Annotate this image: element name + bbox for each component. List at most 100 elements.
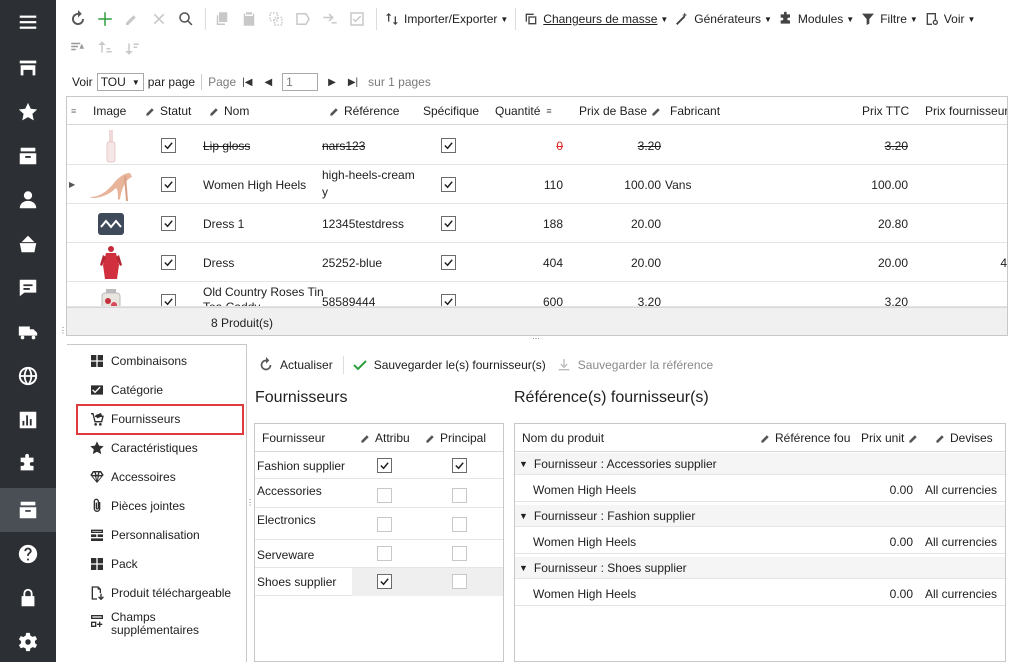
product-reference[interactable]: 58589444 xyxy=(322,282,375,307)
attrib-checkbox[interactable] xyxy=(377,458,392,473)
col-specific[interactable]: Spécifique xyxy=(423,97,479,125)
product-price-ttc[interactable]: 3.20 xyxy=(837,282,908,307)
message-icon[interactable] xyxy=(0,266,56,310)
panel-grip-icon[interactable]: ⋮ xyxy=(246,498,254,507)
help-icon[interactable] xyxy=(0,532,56,576)
copy-icon[interactable] xyxy=(210,7,234,31)
col-status[interactable]: Statut xyxy=(145,97,191,125)
status-checkbox[interactable] xyxy=(161,282,176,306)
supplier-row[interactable]: Shoes supplier xyxy=(255,568,503,596)
collapse-icon[interactable]: ▼ xyxy=(519,563,528,573)
product-base-price[interactable]: 3.20 xyxy=(587,126,661,165)
truck-icon[interactable] xyxy=(0,310,56,354)
specific-checkbox[interactable] xyxy=(441,243,456,282)
product-reference[interactable]: nars123 xyxy=(322,126,365,165)
product-quantity[interactable]: 188 xyxy=(493,204,563,243)
puzzle-icon[interactable] xyxy=(0,442,56,486)
save-reference-button[interactable]: Sauvegarder la référence xyxy=(556,357,713,373)
mass-changers-button[interactable]: Changeurs de masse ▼ xyxy=(520,7,671,31)
modules-button[interactable]: Modules ▼ xyxy=(775,7,857,31)
star-icon[interactable] xyxy=(0,90,56,134)
product-supplier-price[interactable]: 4 xyxy=(987,243,1007,282)
specific-checkbox[interactable] xyxy=(441,282,456,306)
main-checkbox[interactable] xyxy=(452,546,467,561)
product-reference[interactable]: 25252-blue xyxy=(322,243,382,282)
status-checkbox[interactable] xyxy=(161,204,176,243)
move-icon[interactable] xyxy=(291,7,315,31)
product-name[interactable]: Women High Heels xyxy=(203,165,306,204)
specific-checkbox[interactable] xyxy=(441,204,456,243)
menu-item-features[interactable]: Caractéristiques xyxy=(89,437,198,459)
col-name[interactable]: Nom xyxy=(209,97,249,125)
menu-icon[interactable] xyxy=(0,0,56,44)
menu-item-pack[interactable]: Pack xyxy=(89,553,138,575)
menu-item-accessories[interactable]: Accessoires xyxy=(89,466,176,488)
resize-grip-icon[interactable]: ⋮ xyxy=(59,326,67,335)
store-icon[interactable] xyxy=(0,46,56,90)
product-name[interactable]: Dress xyxy=(203,243,234,282)
catalog-icon[interactable] xyxy=(0,488,56,532)
user-icon[interactable] xyxy=(0,178,56,222)
edit-icon[interactable] xyxy=(120,7,144,31)
col-product-name[interactable]: Nom du produit xyxy=(522,424,604,452)
product-quantity[interactable]: 600 xyxy=(493,282,563,307)
col-supplier-reference[interactable]: Référence fou xyxy=(760,424,850,452)
menu-item-extra-fields[interactable]: Champs supplémentaires xyxy=(89,611,199,641)
attrib-checkbox[interactable] xyxy=(377,574,392,589)
refresh-icon[interactable] xyxy=(66,7,90,31)
main-checkbox[interactable] xyxy=(452,458,467,473)
collapse-icon[interactable]: ▼ xyxy=(519,459,528,469)
table-row[interactable]: Lip gloss nars123 0 3.20 3.20 xyxy=(67,126,1007,165)
lock-icon[interactable] xyxy=(0,576,56,620)
import-export-button[interactable]: Importer/Exporter ▼ xyxy=(381,7,511,31)
product-base-price[interactable]: 20.00 xyxy=(587,243,661,282)
menu-item-suppliers[interactable]: Fournisseurs xyxy=(89,408,180,430)
table-row[interactable]: ▶ Women High Heels high-heels-cream y 11… xyxy=(67,165,1007,204)
filter-button[interactable]: Filtre ▼ xyxy=(857,7,921,31)
collapse-icon[interactable]: ▼ xyxy=(519,511,528,521)
attrib-checkbox[interactable] xyxy=(377,488,392,503)
globe-icon[interactable] xyxy=(0,354,56,398)
col-reference[interactable]: Référence xyxy=(329,97,399,125)
supplier-row[interactable]: Electronics xyxy=(255,508,503,540)
group-row[interactable]: ▼ Fournisseur : Accessories supplier xyxy=(515,453,1005,475)
next-page-icon[interactable]: ▶ xyxy=(328,77,336,88)
product-price-ttc[interactable]: 100.00 xyxy=(837,165,908,204)
col-price-ttc[interactable]: Prix TTC xyxy=(862,97,909,125)
transfer-icon[interactable] xyxy=(318,7,342,31)
col-supplier[interactable]: Fournisseur xyxy=(262,424,325,452)
settings-icon[interactable] xyxy=(0,620,56,662)
approve-icon[interactable] xyxy=(345,7,369,31)
product-price-ttc[interactable]: 20.80 xyxy=(837,204,908,243)
group-row[interactable]: ▼ Fournisseur : Fashion supplier xyxy=(515,505,1005,527)
table-row[interactable]: Dress 1 12345testdress 188 20.00 20.80 xyxy=(67,204,1007,243)
col-manufacturer[interactable]: Fabricant xyxy=(670,97,720,125)
specific-checkbox[interactable] xyxy=(441,165,456,204)
main-checkbox[interactable] xyxy=(452,488,467,503)
table-row[interactable]: Dress 25252-blue 404 20.00 20.00 4 xyxy=(67,243,1007,282)
menu-item-combinations[interactable]: Combinaisons xyxy=(89,350,187,372)
product-price-ttc[interactable]: 20.00 xyxy=(837,243,908,282)
col-currency[interactable]: Devises xyxy=(935,424,993,452)
table-row[interactable]: Old Country Roses Tin Tea Caddy 58589444… xyxy=(67,282,1007,307)
status-checkbox[interactable] xyxy=(161,165,176,204)
save-suppliers-button[interactable]: Sauvegarder le(s) fournisseur(s) xyxy=(352,357,546,373)
product-quantity[interactable]: 0 xyxy=(493,126,563,165)
duplicate-icon[interactable] xyxy=(264,7,288,31)
generators-button[interactable]: Générateurs ▼ xyxy=(671,7,775,31)
add-icon[interactable] xyxy=(93,7,117,31)
specific-checkbox[interactable] xyxy=(441,126,456,165)
reference-row[interactable]: Women High Heels 0.00 All currencies xyxy=(515,528,1005,554)
delete-icon[interactable] xyxy=(147,7,171,31)
main-checkbox[interactable] xyxy=(452,517,467,532)
supplier-row[interactable]: Accessories xyxy=(255,479,503,508)
refresh-button[interactable]: Actualiser xyxy=(258,357,333,373)
attrib-checkbox[interactable] xyxy=(377,546,392,561)
product-quantity[interactable]: 404 xyxy=(493,243,563,282)
product-manufacturer[interactable]: Vans xyxy=(665,165,691,204)
product-base-price[interactable]: 20.00 xyxy=(587,204,661,243)
status-checkbox[interactable] xyxy=(161,243,176,282)
page-size-select[interactable]: TOU ▼ xyxy=(96,73,144,91)
col-base-price[interactable]: Prix de Base xyxy=(579,97,666,125)
col-quantity[interactable]: Quantité ≡ xyxy=(495,97,552,125)
